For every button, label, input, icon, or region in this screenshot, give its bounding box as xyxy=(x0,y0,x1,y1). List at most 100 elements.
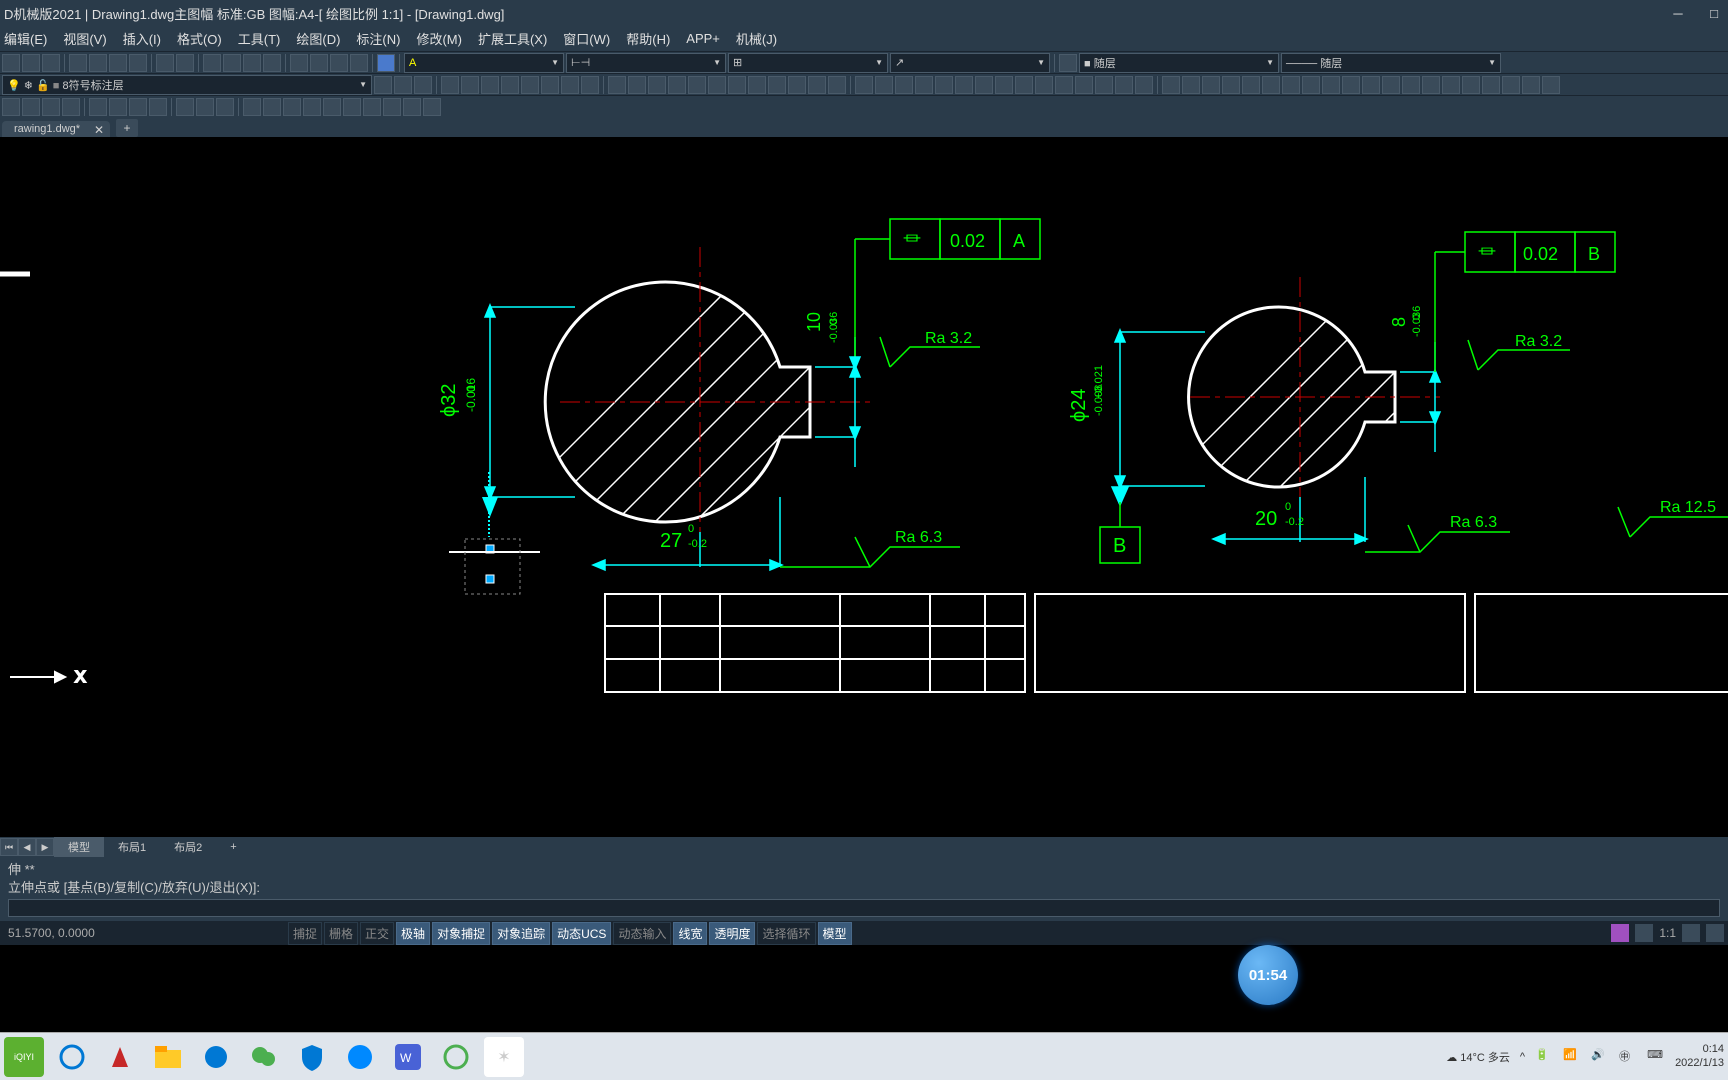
mirror-icon[interactable] xyxy=(688,76,706,94)
d9-icon[interactable] xyxy=(176,98,194,116)
extend-icon[interactable] xyxy=(728,76,746,94)
status-icon-4[interactable] xyxy=(1706,924,1724,942)
grid4-icon[interactable] xyxy=(350,54,368,72)
task-360-icon[interactable] xyxy=(436,1037,476,1077)
dimstyle-dropdown[interactable]: ⊢⊣▼ xyxy=(566,53,726,73)
mech19-icon[interactable] xyxy=(1522,76,1540,94)
layer-group-dropdown[interactable]: ■ 随层▼ xyxy=(1079,53,1279,73)
zoom-icon[interactable] xyxy=(223,54,241,72)
task-shield-icon[interactable] xyxy=(292,1037,332,1077)
d21-icon[interactable] xyxy=(423,98,441,116)
dimord-icon[interactable] xyxy=(915,76,933,94)
layer-iso-icon[interactable] xyxy=(394,76,412,94)
tab-layout2[interactable]: 布局2 xyxy=(160,837,216,857)
mech11-icon[interactable] xyxy=(1362,76,1380,94)
grid-toggle[interactable]: 栅格 xyxy=(324,922,358,945)
menu-help[interactable]: 帮助(H) xyxy=(626,29,670,48)
rect-icon[interactable] xyxy=(521,76,539,94)
dimdia-icon[interactable] xyxy=(955,76,973,94)
dimleader-icon[interactable] xyxy=(1035,76,1053,94)
d11-icon[interactable] xyxy=(216,98,234,116)
pan-icon[interactable] xyxy=(203,54,221,72)
rotate-icon[interactable] xyxy=(648,76,666,94)
task-wps-icon[interactable]: W xyxy=(388,1037,428,1077)
mech13-icon[interactable] xyxy=(1402,76,1420,94)
maximize-button[interactable]: □ xyxy=(1704,3,1724,23)
textstyle-dropdown[interactable]: A▼ xyxy=(404,53,564,73)
circle-icon[interactable] xyxy=(481,76,499,94)
tray-ime-icon[interactable]: ㊥ xyxy=(1619,1048,1637,1066)
mech10-icon[interactable] xyxy=(1342,76,1360,94)
layer-prop-icon[interactable] xyxy=(1059,54,1077,72)
dimang-icon[interactable] xyxy=(975,76,993,94)
dimcont-icon[interactable] xyxy=(995,76,1013,94)
layout-next-button[interactable]: ▶ xyxy=(36,838,54,856)
tab-add-layout[interactable]: + xyxy=(216,839,250,855)
d12-icon[interactable] xyxy=(243,98,261,116)
mech8-icon[interactable] xyxy=(1302,76,1320,94)
menu-modify[interactable]: 修改(M) xyxy=(416,29,462,48)
d14-icon[interactable] xyxy=(283,98,301,116)
task-ding-icon[interactable] xyxy=(340,1037,380,1077)
mech1-icon[interactable] xyxy=(1162,76,1180,94)
menu-insert[interactable]: 插入(I) xyxy=(123,29,161,48)
task-edge-icon[interactable] xyxy=(196,1037,236,1077)
tolerance-icon[interactable] xyxy=(1055,76,1073,94)
match-prop-icon[interactable] xyxy=(129,54,147,72)
tablestyle-dropdown[interactable]: ⊞▼ xyxy=(728,53,888,73)
dimrad-icon[interactable] xyxy=(935,76,953,94)
chamfer-icon[interactable] xyxy=(788,76,806,94)
layout-first-button[interactable]: ⏮ xyxy=(0,838,18,856)
d4-icon[interactable] xyxy=(62,98,80,116)
layer-dropdown[interactable]: 💡 ❄ 🔓 ■ 8符号标注层▼ xyxy=(2,75,372,95)
arc-icon[interactable] xyxy=(501,76,519,94)
line-icon[interactable] xyxy=(441,76,459,94)
explode-icon[interactable] xyxy=(828,76,846,94)
poly-icon[interactable] xyxy=(541,76,559,94)
mech15-icon[interactable] xyxy=(1442,76,1460,94)
grid3-icon[interactable] xyxy=(330,54,348,72)
dimaligned-icon[interactable] xyxy=(875,76,893,94)
menu-dimension[interactable]: 标注(N) xyxy=(356,29,400,48)
dimedit-icon[interactable] xyxy=(1095,76,1113,94)
dimupdate-icon[interactable] xyxy=(1135,76,1153,94)
d8-icon[interactable] xyxy=(149,98,167,116)
layout-prev-button[interactable]: ◀ xyxy=(18,838,36,856)
command-input[interactable] xyxy=(8,899,1720,917)
undo-icon[interactable] xyxy=(156,54,174,72)
d5-icon[interactable] xyxy=(89,98,107,116)
d15-icon[interactable] xyxy=(303,98,321,116)
text-icon[interactable] xyxy=(581,76,599,94)
mech9-icon[interactable] xyxy=(1322,76,1340,94)
menu-edit[interactable]: 编辑(E) xyxy=(4,29,47,48)
lwt-toggle[interactable]: 线宽 xyxy=(673,922,707,945)
tray-wifi-icon[interactable]: 📶 xyxy=(1563,1048,1581,1066)
d3-icon[interactable] xyxy=(42,98,60,116)
task-ie-icon[interactable] xyxy=(52,1037,92,1077)
doc-tab-drawing1[interactable]: rawing1.dwg* ✕ xyxy=(2,121,110,137)
task-wechat-icon[interactable] xyxy=(244,1037,284,1077)
tray-battery-icon[interactable]: 🔋 xyxy=(1535,1048,1553,1066)
doc-tab-close-icon[interactable]: ✕ xyxy=(94,123,104,137)
copy2-icon[interactable] xyxy=(628,76,646,94)
d13-icon[interactable] xyxy=(263,98,281,116)
d16-icon[interactable] xyxy=(323,98,341,116)
task-autocad-icon[interactable] xyxy=(100,1037,140,1077)
scale-icon[interactable] xyxy=(668,76,686,94)
mech20-icon[interactable] xyxy=(1542,76,1560,94)
dimlinear-icon[interactable] xyxy=(855,76,873,94)
tray-chevron-up-icon[interactable]: ^ xyxy=(1520,1051,1525,1063)
menu-format[interactable]: 格式(O) xyxy=(177,29,222,48)
mech2-icon[interactable] xyxy=(1182,76,1200,94)
pline-icon[interactable] xyxy=(461,76,479,94)
grid1-icon[interactable] xyxy=(290,54,308,72)
drawing-canvas[interactable]: X ϕ32 0 -0.016 xyxy=(0,137,1728,837)
polar-toggle[interactable]: 极轴 xyxy=(396,922,430,945)
d17-icon[interactable] xyxy=(343,98,361,116)
model-space-toggle[interactable]: 模型 xyxy=(818,922,852,945)
d20-icon[interactable] xyxy=(403,98,421,116)
taskbar-clock[interactable]: 0:14 2022/1/13 xyxy=(1675,1043,1724,1069)
move-icon[interactable] xyxy=(608,76,626,94)
status-icon-2[interactable] xyxy=(1635,924,1653,942)
mleaderstyle-dropdown[interactable]: ↗▼ xyxy=(890,53,1050,73)
